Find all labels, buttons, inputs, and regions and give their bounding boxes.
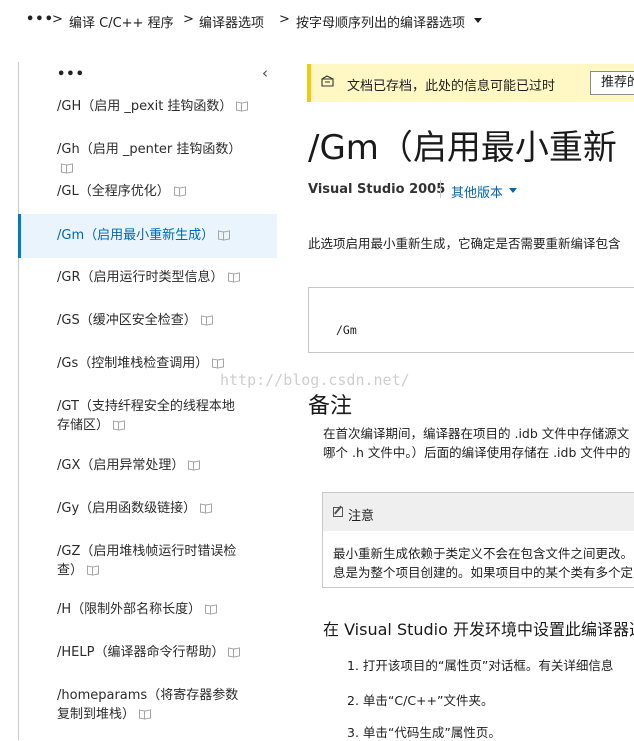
step-3: 3. 单击“代码生成”属性页。 <box>347 725 501 740</box>
chevron-left-icon[interactable]: ‹ <box>262 64 268 82</box>
recommended-button[interactable]: 推荐的 <box>590 71 634 95</box>
intro-paragraph: 此选项启用最小重新生成，它确定是否需要重新编译包含 <box>308 236 621 251</box>
toc-item-gs-buffer[interactable]: /GS（缓冲区安全检查） <box>19 309 275 351</box>
book-icon <box>218 231 230 240</box>
toc-item-gh-penter[interactable]: /Gh（启用 _penter 挂钩函数） <box>19 137 275 179</box>
toc-item-gx[interactable]: /GX（启用异常处理） <box>19 454 275 496</box>
breadcrumb: ••• > 编译 C/C++ 程序 > 编译器选项 > 按字母顺序列出的编译器选… <box>0 0 634 42</box>
note-line-2: 息是为整个项目创建的。如果项目中的某个类有多个定 <box>333 565 634 580</box>
book-icon <box>113 421 125 430</box>
book-icon <box>139 710 151 719</box>
version-divider <box>440 180 441 198</box>
archive-box-icon <box>321 75 334 87</box>
toc-item-label: /GH（启用 _pexit 挂钩函数） <box>57 99 233 114</box>
toc-item-label: /Gs（控制堆栈检查调用） <box>57 356 209 371</box>
note-label: 注意 <box>348 509 375 524</box>
syntax-code-block: /Gm <box>308 287 634 353</box>
toc-item-label: /Gy（启用函数级链接） <box>57 501 197 516</box>
toc-item-help[interactable]: /HELP（编译器命令行帮助） <box>19 641 275 683</box>
breadcrumb-item-alphabetical[interactable]: 按字母顺序列出的编译器选项 <box>296 12 465 31</box>
toc-item-h[interactable]: /H（限制外部名称长度） <box>19 598 275 640</box>
toc-item-label: /GX（启用异常处理） <box>57 458 185 473</box>
toc-item-label: /GL（全程序优化） <box>57 184 170 199</box>
breadcrumb-item-compiler-options[interactable]: 编译器选项 <box>199 12 264 31</box>
remarks-heading: 备注 <box>308 394 353 419</box>
note-line-1: 最小重新生成依赖于类定义不会在包含文件之间更改。 <box>333 546 634 561</box>
archive-notice: 文档已存档，此处的信息可能已过时 推荐的 <box>307 64 634 102</box>
toc-item-gt[interactable]: /GT（支持纤程安全的线程本地存储区） <box>19 395 275 447</box>
edit-note-icon <box>333 507 343 517</box>
toc-item-gm-active[interactable]: /Gm（启用最小重新生成） <box>18 214 277 258</box>
book-icon <box>212 359 224 368</box>
toc-item-label: /Gh（启用 _penter 挂钩函数） <box>57 142 242 157</box>
book-icon <box>236 102 248 111</box>
toc-item-gz[interactable]: /GZ（启用堆栈帧运行时错误检查） <box>19 540 275 592</box>
toc-item-label: /GT（支持纤程安全的线程本地存储区） <box>57 399 235 433</box>
step-1: 1. 打开该项目的“属性页”对话框。有关详细信息 <box>347 658 614 673</box>
breadcrumb-separator: > <box>52 12 63 27</box>
toc-item-gy[interactable]: /Gy（启用函数级链接） <box>19 497 275 539</box>
book-icon <box>228 648 240 657</box>
toc-item-gh-pexit[interactable]: /GH（启用 _pexit 挂钩函数） <box>19 94 275 136</box>
book-icon <box>228 273 240 282</box>
version-label: Visual Studio 2005 <box>308 182 446 197</box>
breadcrumb-dropdown-icon[interactable] <box>474 18 482 23</box>
toc-item-label: /GR（启用运行时类型信息） <box>57 270 224 285</box>
step-2: 2. 单击“C/C++”文件夹。 <box>347 693 494 708</box>
toc-item-label: /H（限制外部名称长度） <box>57 602 202 617</box>
book-icon <box>205 605 217 614</box>
ide-heading: 在 Visual Studio 开发环境中设置此编译器选 <box>323 620 634 639</box>
toc-item-label: /Gm（启用最小重新生成） <box>57 228 215 243</box>
breadcrumb-separator: > <box>183 12 194 27</box>
remarks-line-1: 在首次编译期间，编译器在项目的 .idb 文件中存储源文 <box>323 426 630 441</box>
toc-more-button[interactable]: ••• <box>57 67 85 82</box>
book-icon <box>87 566 99 575</box>
book-icon <box>174 187 186 196</box>
chevron-down-icon[interactable] <box>509 188 517 193</box>
code-text: /Gm <box>336 323 357 337</box>
breadcrumb-more-button[interactable]: ••• <box>26 12 54 27</box>
other-versions-link[interactable]: 其他版本 <box>451 182 503 201</box>
book-icon <box>61 164 73 173</box>
breadcrumb-separator: > <box>279 12 290 27</box>
toc-item-label: /GS（缓冲区安全检查） <box>57 313 197 328</box>
toc-sidebar: ••• ‹ /GH（启用 _pexit 挂钩函数） /Gh（启用 _penter… <box>18 62 277 740</box>
toc-item-homeparams[interactable]: /homeparams（将寄存器参数复制到堆栈） <box>19 684 275 736</box>
toc-item-label: /HELP（编译器命令行帮助） <box>57 645 225 660</box>
note-header: 注意 <box>323 493 634 531</box>
page-title: /Gm（启用最小重新 <box>308 128 617 168</box>
toc-item-label: /GZ（启用堆栈帧运行时错误检查） <box>57 544 237 578</box>
toc-item-gr[interactable]: /GR（启用运行时类型信息） <box>19 266 275 308</box>
book-icon <box>201 316 213 325</box>
watermark-text: http://blog.csdn.net/ <box>220 371 410 389</box>
note-box: 注意 最小重新生成依赖于类定义不会在包含文件之间更改。 息是为整个项目创建的。如… <box>322 492 634 588</box>
remarks-line-2: 哪个 .h 文件中。）后面的编译使用存储在 .idb 文件中的 <box>323 445 631 460</box>
book-icon <box>188 461 200 470</box>
book-icon <box>200 504 212 513</box>
archive-notice-text: 文档已存档，此处的信息可能已过时 <box>347 79 556 94</box>
breadcrumb-item-compile[interactable]: 编译 C/C++ 程序 <box>69 12 174 31</box>
